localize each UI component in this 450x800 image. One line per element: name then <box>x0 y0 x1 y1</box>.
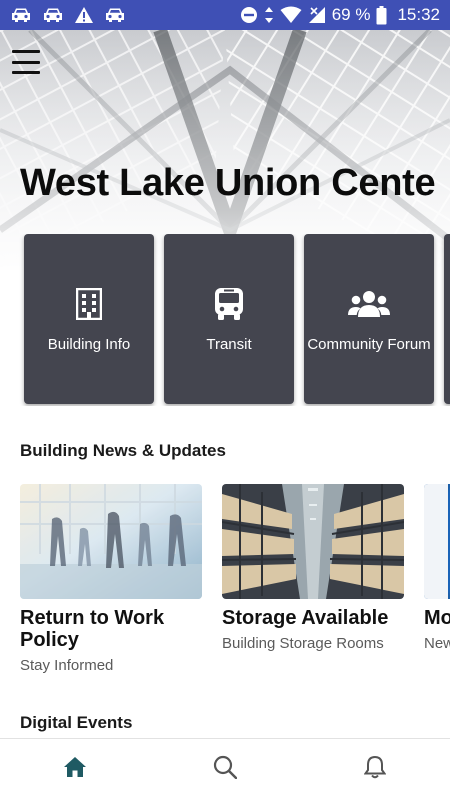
news-card[interactable]: Storage Available Building Storage Rooms <box>222 484 404 652</box>
menu-icon-bar <box>12 50 40 53</box>
tile-more[interactable] <box>444 234 450 404</box>
building-icon <box>76 286 102 322</box>
battery-percent: 69 % <box>331 5 371 24</box>
tile-label: Building Info <box>47 335 131 353</box>
news-card-image <box>424 484 450 599</box>
status-bar: 69 % 15:32 <box>0 0 450 30</box>
news-card-title: Mo <box>424 607 450 629</box>
signal-icon <box>308 6 326 24</box>
search-icon <box>213 755 238 784</box>
notification-icons <box>10 6 126 24</box>
news-card-image <box>20 484 202 599</box>
do-not-disturb-icon <box>240 6 258 24</box>
battery-icon <box>376 5 387 25</box>
tile-community-forum[interactable]: Community Forum <box>304 234 434 404</box>
nav-notifications[interactable] <box>300 739 450 800</box>
tile-building-info[interactable]: Building Info <box>24 234 154 404</box>
bottom-navigation <box>0 738 450 800</box>
news-card[interactable]: Return to Work Policy Stay Informed <box>20 484 202 674</box>
bell-icon <box>363 755 387 784</box>
menu-icon-bar <box>12 60 40 64</box>
home-icon <box>63 756 87 783</box>
nav-search[interactable] <box>150 739 300 800</box>
news-carousel: Return to Work Policy Stay Informed Stor… <box>0 484 450 684</box>
page-title: West Lake Union Center <box>20 162 435 204</box>
nav-home[interactable] <box>0 739 150 800</box>
news-card[interactable]: Mo New <box>424 484 450 652</box>
quick-links: Building Info Transit Community Forum <box>0 234 450 406</box>
people-icon <box>348 286 390 322</box>
car-icon <box>10 7 32 23</box>
system-status: 69 % 15:32 <box>240 5 440 25</box>
news-card-title: Storage Available <box>222 607 389 629</box>
news-section-title: Building News & Updates <box>20 441 226 460</box>
car-icon <box>104 7 126 23</box>
news-card-image <box>222 484 404 599</box>
news-card-subtitle: Building Storage Rooms <box>222 635 384 652</box>
menu-icon-bar <box>12 71 40 74</box>
bus-icon <box>213 286 245 322</box>
news-card-title: Return to Work Policy <box>20 607 165 651</box>
news-card-subtitle: Stay Informed <box>20 657 114 674</box>
car-icon <box>42 7 64 23</box>
clock: 15:32 <box>397 5 440 24</box>
tile-label: Transit <box>206 335 252 353</box>
menu-button[interactable] <box>12 50 40 74</box>
data-arrows-icon <box>264 6 274 24</box>
events-section-title: Digital Events <box>20 713 133 732</box>
wifi-icon <box>280 6 302 24</box>
tile-transit[interactable]: Transit <box>164 234 294 404</box>
warning-icon <box>74 6 94 24</box>
tile-label: Community Forum <box>307 335 431 353</box>
news-card-subtitle: New <box>424 635 450 652</box>
